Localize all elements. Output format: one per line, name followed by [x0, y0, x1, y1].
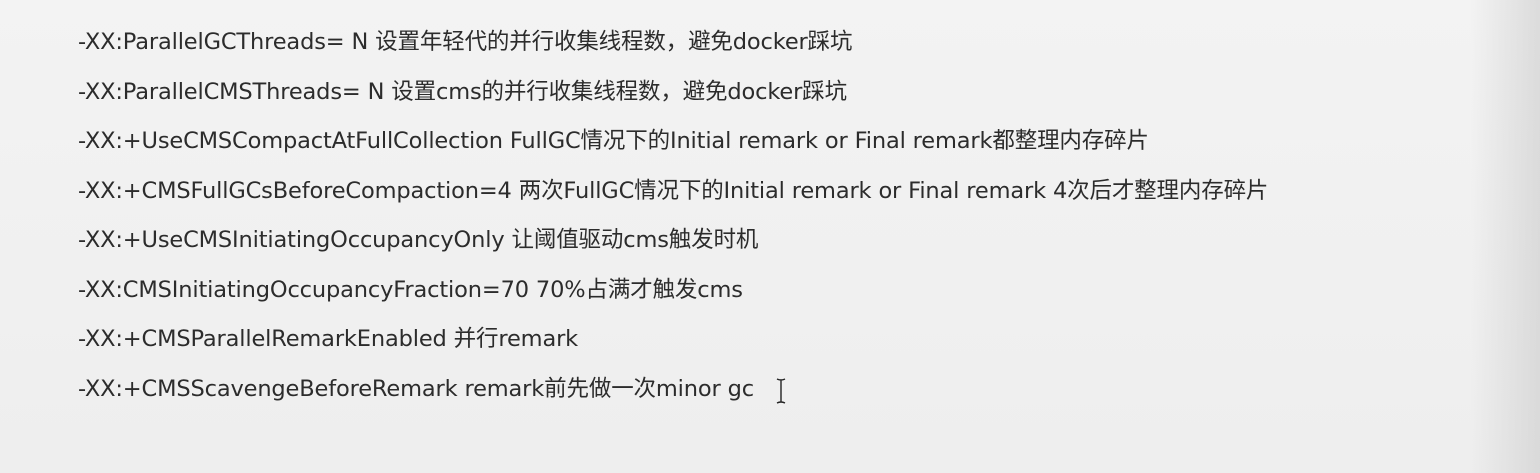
jvm-options-list: -XX:ParallelGCThreads= N 设置年轻代的并行收集线程数，避…: [78, 22, 1268, 418]
jvm-option-line: -XX:+CMSParallelRemarkEnabled 并行remark: [78, 326, 579, 352]
jvm-option-line: -XX:+UseCMSInitiatingOccupancyOnly 让阈值驱动…: [78, 227, 759, 253]
slide-background: -XX:ParallelGCThreads= N 设置年轻代的并行收集线程数，避…: [0, 0, 1540, 473]
jvm-option-line: -XX:+CMSFullGCsBeforeCompaction=4 两次Full…: [78, 177, 1269, 204]
edge-shadow: [1470, 0, 1540, 473]
text-cursor-icon: [776, 378, 786, 404]
jvm-option-line: -XX:+UseCMSCompactAtFullCollection FullG…: [78, 128, 1149, 154]
jvm-option-line: -XX:ParallelCMSThreads= N 设置cms的并行收集线程数，…: [78, 78, 847, 105]
jvm-option-line: -XX:ParallelGCThreads= N 设置年轻代的并行收集线程数，避…: [78, 29, 853, 55]
jvm-option-line: -XX:+CMSScavengeBeforeRemark remark前先做一次…: [78, 375, 754, 402]
jvm-option-line: -XX:CMSInitiatingOccupancyFraction=70 70…: [78, 276, 743, 303]
